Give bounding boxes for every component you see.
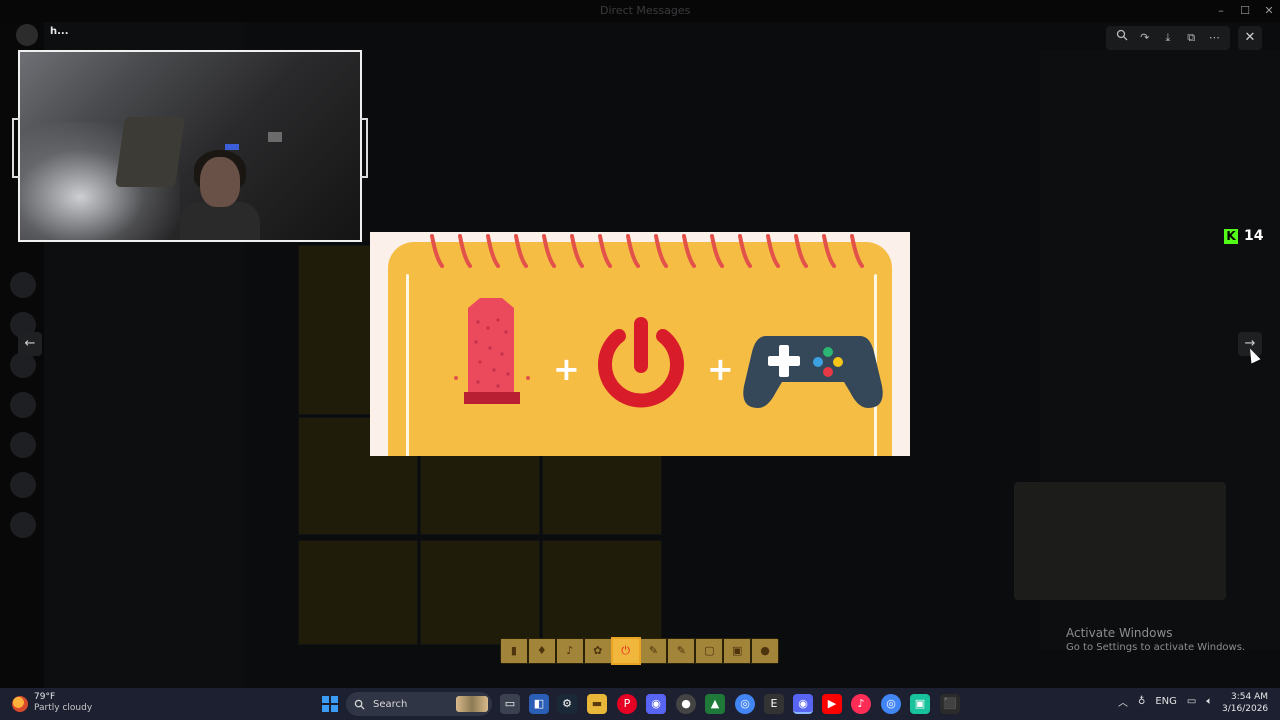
pinterest-icon[interactable]: P: [617, 694, 637, 714]
thumbnail[interactable]: ▣: [724, 639, 751, 663]
download-icon[interactable]: ⤓: [1159, 29, 1177, 47]
title-bar: Direct Messages – ☐ ✕: [0, 0, 1280, 22]
image-viewer-toolbar: ↷ ⤓ ⧉ ⋯: [1106, 26, 1230, 50]
plus-sign: +: [707, 350, 734, 388]
zoom-in-icon[interactable]: [1113, 29, 1131, 47]
kick-viewer-badge: K 14: [1224, 228, 1263, 244]
language-indicator[interactable]: ENG: [1155, 696, 1177, 707]
webcam-chair: [115, 117, 185, 187]
search-highlight-image: [456, 696, 488, 712]
server-icon: [10, 392, 36, 418]
chrome-profile-icon[interactable]: ◎: [881, 694, 901, 714]
microphone-icon[interactable]: ♁: [1138, 696, 1145, 707]
weather-desc: Partly cloudy: [34, 703, 93, 713]
maximize-icon[interactable]: ☐: [1232, 2, 1258, 20]
kick-logo-icon: K: [1224, 228, 1238, 244]
thumbnail[interactable]: ♦: [528, 639, 555, 663]
nvidia-icon[interactable]: ▲: [705, 694, 725, 714]
webcam-feed: [18, 50, 362, 242]
activate-title: Activate Windows: [1066, 626, 1173, 640]
gamepad-icon: [743, 336, 883, 408]
start-button[interactable]: [322, 696, 338, 712]
file-explorer-icon[interactable]: ▬: [587, 694, 607, 714]
spiral-binding-icon: [430, 234, 864, 268]
thumbnail[interactable]: ✎: [668, 639, 695, 663]
widgets-icon[interactable]: ◧: [529, 694, 549, 714]
webcam-bracket-right: [360, 118, 368, 178]
chevron-up-icon[interactable]: ︿: [1118, 694, 1128, 709]
youtube-music-icon[interactable]: ♪: [851, 694, 871, 714]
close-icon: ✕: [1244, 30, 1256, 45]
webcam-bracket-left: [12, 118, 20, 178]
minimize-icon[interactable]: –: [1208, 2, 1234, 20]
weather-temp: 79°F: [34, 692, 56, 702]
grid-tile: [420, 540, 540, 645]
weather-widget[interactable]: 79°F Partly cloudy: [12, 692, 92, 713]
chrome-icon[interactable]: ◎: [735, 694, 755, 714]
server-icon: [10, 432, 36, 458]
steam-icon[interactable]: ⚙: [557, 694, 577, 714]
clock-date: 3/16/2026: [1222, 704, 1269, 714]
taskbar-search[interactable]: Search: [346, 692, 492, 716]
viewer-count: 14: [1244, 228, 1264, 244]
discord-active-icon[interactable]: ◉: [793, 694, 813, 714]
activate-subtitle: Go to Settings to activate Windows.: [1066, 642, 1246, 653]
window-title: Direct Messages: [600, 4, 691, 17]
youtube-icon[interactable]: ▶: [822, 694, 842, 714]
sanding-block-icon: [454, 298, 530, 404]
thumbnail-strip: ▮ ♦ ♪ ✿ ⏻ ✎ ✎ ▢ ▣ ●: [500, 637, 779, 665]
webcam-monitor: [268, 132, 282, 142]
image-preview: + +: [370, 232, 910, 456]
screen: Direct Messages – ☐ ✕ h... ↷ ⤓ ⧉ ⋯ ✕ ← →…: [0, 0, 1280, 720]
system-tray: ︿ ♁ ENG ▭ 🔈︎: [1118, 694, 1212, 709]
close-viewer-button[interactable]: ✕: [1238, 26, 1262, 50]
arrow-left-icon: ←: [24, 336, 36, 351]
network-icon[interactable]: ▭: [1187, 696, 1196, 707]
volume-icon[interactable]: 🔈︎: [1206, 696, 1212, 707]
webcam-person-body: [180, 202, 260, 240]
server-icon: [10, 272, 36, 298]
window-close-icon[interactable]: ✕: [1256, 2, 1280, 20]
app-icon[interactable]: ▣: [910, 694, 930, 714]
webcam-header: h...: [16, 24, 256, 48]
discord-icon[interactable]: ◉: [646, 694, 666, 714]
thumbnail[interactable]: ●: [752, 639, 779, 663]
thumbnail[interactable]: ♪: [556, 639, 583, 663]
activate-windows-watermark: Activate Windows Go to Settings to activ…: [1066, 626, 1245, 653]
thumbnail[interactable]: ▢: [696, 639, 723, 663]
previous-image-button[interactable]: ←: [18, 332, 42, 356]
grid-tile: [542, 540, 662, 645]
avatar: [16, 24, 38, 46]
clock-time: 3:54 AM: [1231, 692, 1268, 702]
task-view-icon[interactable]: ▭: [500, 694, 520, 714]
forward-icon[interactable]: ↷: [1136, 29, 1154, 47]
taskbar: 79°F Partly cloudy Search ▭ ◧ ⚙ ▬ P ◉ ● …: [0, 688, 1280, 720]
epic-games-icon[interactable]: ⬛: [940, 694, 960, 714]
webcam-monitor: [225, 144, 239, 150]
search-icon: [354, 699, 365, 710]
webcam-user-name: h...: [50, 26, 69, 37]
search-label: Search: [373, 698, 408, 710]
thumbnail[interactable]: ▮: [501, 639, 527, 663]
webcam-person-head: [200, 157, 240, 207]
plus-sign: +: [553, 350, 580, 388]
weather-icon: [12, 696, 28, 712]
video-preview: [1014, 482, 1226, 600]
server-icon: [10, 472, 36, 498]
power-icon: [598, 317, 684, 408]
grid-tile: [298, 540, 418, 645]
thumbnail[interactable]: ✿: [584, 639, 611, 663]
clock[interactable]: 3:54 AM 3/16/2026: [1222, 691, 1268, 715]
more-icon[interactable]: ⋯: [1205, 29, 1223, 47]
server-icon: [10, 512, 36, 538]
thumbnail[interactable]: ✎: [640, 639, 667, 663]
puzzle-illustration: + +: [430, 234, 883, 408]
thumbnail-active[interactable]: ⏻: [610, 637, 641, 665]
open-external-icon[interactable]: ⧉: [1182, 29, 1200, 47]
epic-icon[interactable]: E: [764, 694, 784, 714]
obs-icon[interactable]: ●: [676, 694, 696, 714]
